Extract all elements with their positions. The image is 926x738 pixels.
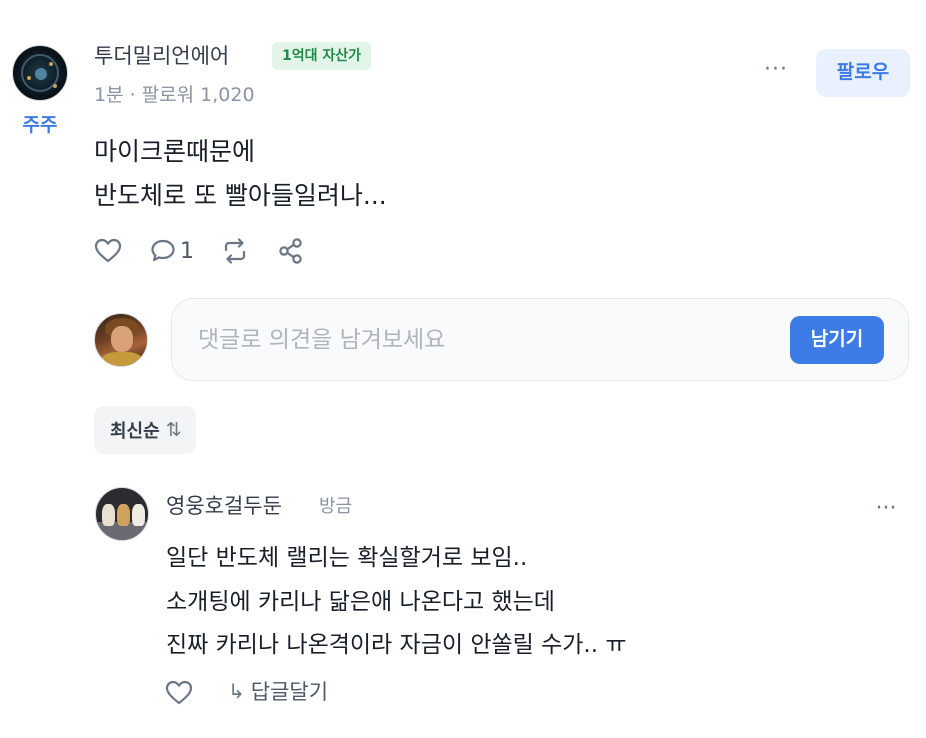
avatar-dot xyxy=(27,76,31,80)
reply-avatar[interactable] xyxy=(95,487,149,541)
comment-count: 1 xyxy=(180,238,194,264)
author-name[interactable]: 투더밀리언에어 xyxy=(94,40,229,70)
reply-button-label: 답글달기 xyxy=(250,680,329,704)
reply-like-button[interactable] xyxy=(165,678,193,708)
submit-comment-button[interactable]: 남기기 xyxy=(790,316,884,364)
reply-arrow-icon: ↳ xyxy=(228,679,245,703)
reply-content-line: 일단 반도체 랠리는 확실할거로 보임.. xyxy=(166,545,528,571)
follow-button[interactable]: 팔로우 xyxy=(816,49,910,97)
asset-badge: 1억대 자산가 xyxy=(272,42,372,70)
share-button[interactable] xyxy=(278,236,304,266)
my-avatar xyxy=(94,313,148,367)
sort-arrows-icon: ⇅ xyxy=(165,419,182,441)
author-nickname[interactable]: 주주 xyxy=(18,110,62,137)
repost-button[interactable] xyxy=(220,236,250,266)
avatar-dot xyxy=(49,62,53,66)
more-options-icon[interactable]: ··· xyxy=(762,59,790,86)
reply-more-options-icon[interactable]: ··· xyxy=(872,498,900,522)
reply-author-name[interactable]: 영웅호걸두둔 xyxy=(166,490,282,520)
share-icon xyxy=(279,238,302,264)
post-content-line: 반도체로 또 빨아들일려나... xyxy=(94,181,387,210)
like-button[interactable] xyxy=(94,236,122,266)
comment-button[interactable]: 1 xyxy=(150,236,194,266)
sort-label: 최신순 xyxy=(110,421,160,441)
reply-button[interactable]: ↳ 답글달기 xyxy=(228,674,328,708)
reply-content-line: 소개팅에 카리나 닮은애 나온다고 했는데 xyxy=(166,589,555,615)
repost-icon xyxy=(224,238,246,264)
avatar-dot xyxy=(53,84,57,88)
post-content-line: 마이크론때문에 xyxy=(94,137,256,166)
post-meta: 1분 · 팔로워 1,020 xyxy=(94,84,255,106)
reply-time: 방금 xyxy=(319,496,353,517)
avatar-glow xyxy=(35,68,47,80)
reply-content-line: 진짜 카리나 나온격이라 자금이 안쏠릴 수가.. ㅠ xyxy=(166,632,627,658)
comment-input[interactable] xyxy=(198,321,758,359)
heart-icon xyxy=(165,680,193,705)
speech-bubble-icon xyxy=(151,239,175,262)
comment-box: 남기기 xyxy=(171,298,909,381)
sort-button[interactable]: 최신순 ⇅ xyxy=(94,406,196,454)
heart-icon xyxy=(94,238,122,263)
author-avatar[interactable] xyxy=(12,45,68,101)
